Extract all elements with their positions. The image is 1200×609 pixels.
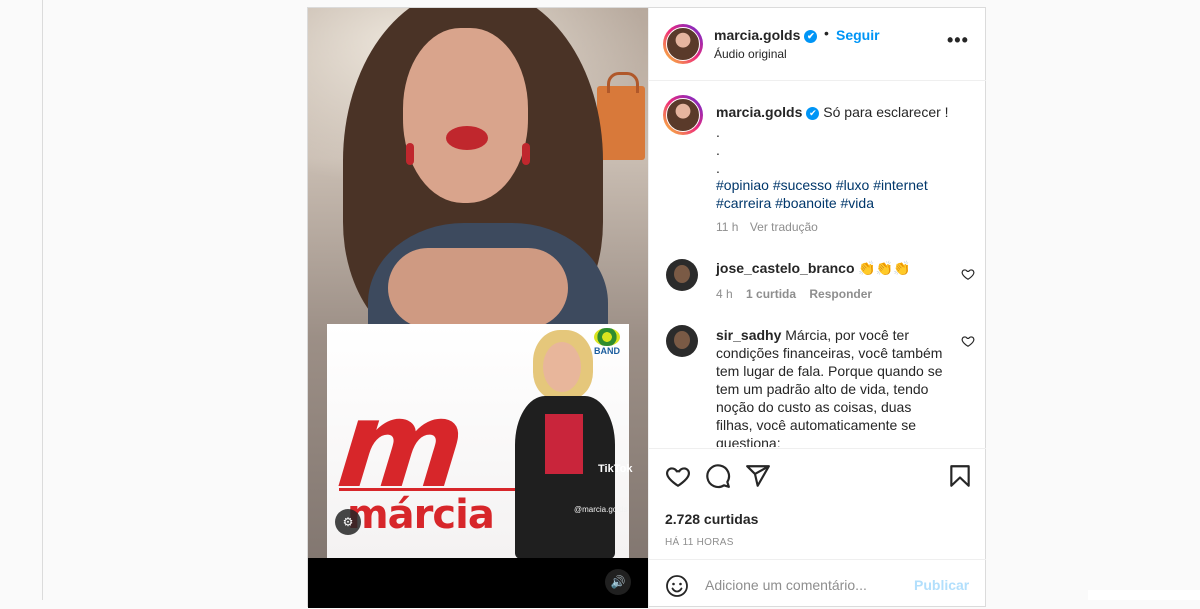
comment-composer: Publicar <box>649 559 986 609</box>
comment-icon[interactable] <box>705 463 731 489</box>
sound-toggle-icon[interactable]: 🔊 <box>605 569 631 595</box>
emoji-icon[interactable] <box>665 574 689 598</box>
comment-like-icon[interactable] <box>961 267 975 281</box>
post-actions: 2.728 curtidas HÁ 11 HORAS <box>649 448 986 559</box>
show-logo-word: márcia <box>347 492 495 538</box>
verified-icon: ✔ <box>806 107 820 120</box>
save-icon[interactable] <box>947 463 973 489</box>
post-video[interactable]: BAND m márcia TikTok @marcia.golds ⚙ 🔊 <box>308 8 648 608</box>
caption-avatar[interactable] <box>663 95 703 135</box>
comment-likes[interactable]: 1 curtida <box>746 287 796 301</box>
post-header: marcia.golds ✔ • Seguir Áudio original ••… <box>649 8 986 81</box>
tiktok-watermark: TikTok <box>598 463 633 475</box>
caption-line: marcia.golds ✔ Só para esclarecer ! <box>716 103 971 121</box>
post-timestamp[interactable]: HÁ 11 HORAS <box>665 537 734 548</box>
more-options-icon[interactable]: ••• <box>947 30 969 51</box>
caption-text: Só para esclarecer ! <box>823 104 949 120</box>
presenter-image <box>505 324 625 559</box>
like-icon[interactable] <box>665 463 691 489</box>
post-dialog: BAND m márcia TikTok @marcia.golds ⚙ 🔊 m <box>307 7 986 608</box>
presenter-face <box>543 342 581 392</box>
caption-dot: . <box>716 124 720 140</box>
video-letterbox <box>308 558 648 608</box>
caption-avatar-image <box>666 98 700 132</box>
comment-like-icon[interactable] <box>961 334 975 348</box>
caption-username[interactable]: marcia.golds <box>716 104 802 120</box>
comment-text: Márcia, por você ter condições financeir… <box>716 327 943 447</box>
comment-meta: 4 h 1 curtida Responder <box>716 287 872 301</box>
page-corner <box>1088 590 1200 600</box>
caption-dot: . <box>716 142 720 158</box>
author-avatar-image <box>666 27 700 61</box>
author-avatar[interactable] <box>663 24 703 64</box>
author-username-text[interactable]: marcia.golds <box>714 27 800 43</box>
post-side-panel: marcia.golds ✔ • Seguir Áudio original ••… <box>648 8 986 608</box>
author-username[interactable]: marcia.golds ✔ <box>714 27 818 43</box>
verified-icon: ✔ <box>804 30 818 43</box>
show-logo-rule <box>339 488 524 491</box>
presenter-top <box>545 414 583 474</box>
tiktok-watermark-user: @marcia.golds <box>574 505 628 514</box>
translate-link[interactable]: Ver tradução <box>750 220 818 234</box>
video-person-hands <box>388 248 568 328</box>
likes-count[interactable]: 2.728 curtidas <box>665 511 758 527</box>
comments-list[interactable]: marcia.golds ✔ Só para esclarecer ! . . .… <box>649 81 986 447</box>
share-icon[interactable] <box>745 463 771 489</box>
comment-username[interactable]: jose_castelo_branco <box>716 260 855 276</box>
video-person-face <box>403 28 528 203</box>
video-bag <box>597 72 645 160</box>
caption-dot: . <box>716 160 720 176</box>
video-settings-icon[interactable]: ⚙ <box>335 509 361 535</box>
audio-link[interactable]: Áudio original <box>714 47 787 61</box>
tv-show-overlay: BAND m márcia <box>327 324 629 559</box>
caption-time[interactable]: 11 h <box>716 220 738 234</box>
comment-item: jose_castelo_branco 👏👏👏 <box>716 259 956 277</box>
reply-button[interactable]: Responder <box>809 287 872 301</box>
caption-hashtags[interactable]: #opiniao #sucesso #luxo #internet #carre… <box>716 176 966 212</box>
commenter-avatar[interactable] <box>666 259 698 291</box>
comment-text: 👏👏👏 <box>858 260 911 276</box>
commenter-avatar[interactable] <box>666 325 698 357</box>
page-left-guide <box>42 0 43 600</box>
comment-username[interactable]: sir_sadhy <box>716 327 781 343</box>
follow-button[interactable]: Seguir <box>836 27 880 43</box>
comment-time[interactable]: 4 h <box>716 287 733 301</box>
video-person-lips <box>446 126 488 150</box>
earring-right <box>522 143 530 165</box>
comment-item: sir_sadhy Márcia, por você ter condições… <box>716 326 951 447</box>
header-separator: • <box>824 25 829 41</box>
caption-meta: 11 h Ver tradução <box>716 220 818 234</box>
publish-button[interactable]: Publicar <box>914 577 969 593</box>
earring-left <box>406 143 414 165</box>
comment-input[interactable] <box>705 574 905 596</box>
